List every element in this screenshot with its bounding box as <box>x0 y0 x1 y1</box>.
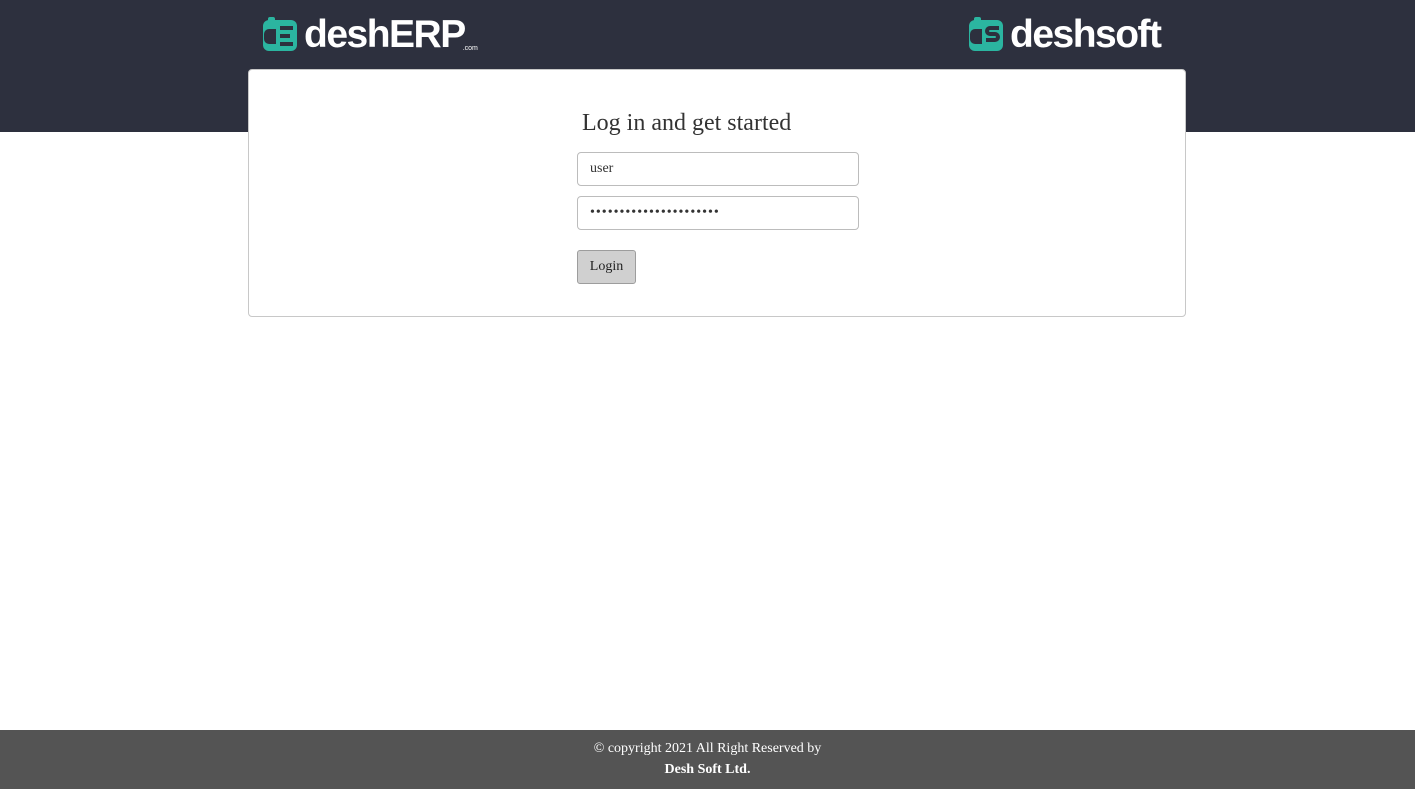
desherp-logo-icon <box>263 17 297 51</box>
deshsoft-logo-text: deshsoft <box>1010 13 1162 56</box>
desherp-logo-text: deshERP <box>304 13 466 56</box>
login-card: Log in and get started Login <box>248 69 1186 317</box>
username-input[interactable] <box>577 152 859 186</box>
deshsoft-logo-icon <box>969 17 1003 51</box>
login-title: Log in and get started <box>582 110 792 136</box>
footer: © copyright 2021 All Right Reserved by D… <box>0 730 1415 789</box>
desherp-logo-suffix: .com <box>462 45 478 52</box>
password-input[interactable] <box>577 196 859 230</box>
footer-copyright: © copyright 2021 All Right Reserved by <box>593 741 822 756</box>
desherp-logo[interactable]: deshERP .com <box>262 14 478 56</box>
login-button[interactable]: Login <box>577 250 636 284</box>
deshsoft-logo[interactable]: deshsoft <box>968 13 1162 56</box>
footer-company: Desh Soft Ltd. <box>664 762 751 777</box>
